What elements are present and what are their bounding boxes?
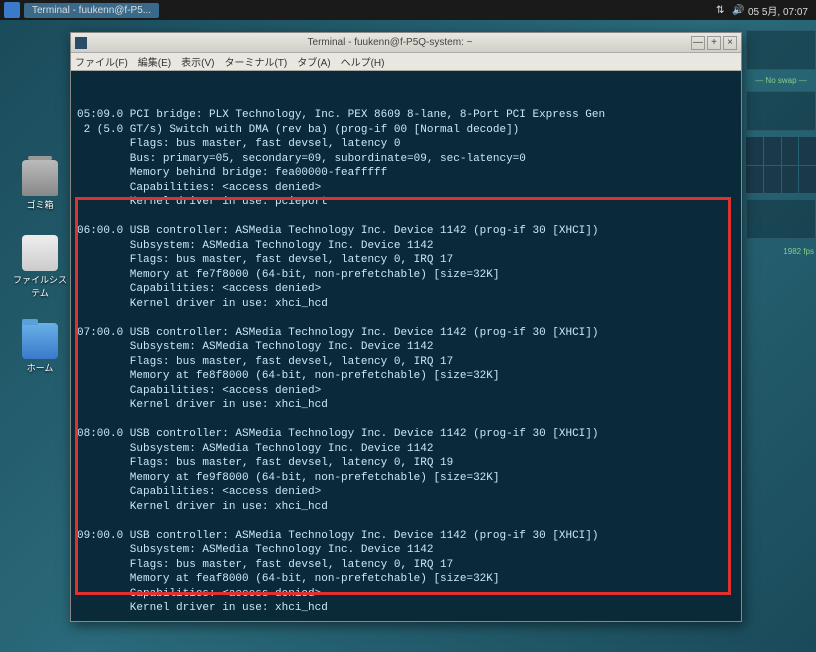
taskbar-app-button[interactable]: Terminal - fuukenn@f-P5... — [24, 3, 159, 18]
terminal-line: 06:00.0 USB controller: ASMedia Technolo… — [77, 224, 735, 239]
clock[interactable]: 05 5月, 07:07 — [748, 3, 808, 18]
terminal-line: Memory at fe8f8000 (64-bit, non-prefetch… — [77, 369, 735, 384]
terminal-line — [77, 514, 735, 529]
terminal-line — [77, 311, 735, 326]
terminal-line: Memory at fe7f8000 (64-bit, non-prefetch… — [77, 268, 735, 283]
terminal-line: Capabilities: <access denied> — [77, 181, 735, 196]
panel-app-icon[interactable] — [4, 2, 20, 18]
system-monitor: — No swap — 1982 fps — [746, 30, 816, 258]
terminal-line: Memory at fe9f8000 (64-bit, non-prefetch… — [77, 471, 735, 486]
disk-glyph-icon — [22, 235, 58, 271]
window-icon — [75, 37, 87, 49]
terminal-line: Flags: bus master, fast devsel, latency … — [77, 253, 735, 268]
terminal-line: Subsystem: ASMedia Technology Inc. Devic… — [77, 543, 735, 558]
maximize-button[interactable]: + — [707, 36, 721, 50]
terminal-window: Terminal - fuukenn@f-P5Q-system: ~ — + ×… — [70, 32, 742, 622]
terminal-line: 07:00.0 USB controller: ASMedia Technolo… — [77, 326, 735, 341]
terminal-line: Flags: bus master, fast devsel, latency … — [77, 558, 735, 573]
menu-file[interactable]: ファイル(F) — [75, 54, 128, 69]
terminal-line: Memory at feaf8000 (64-bit, non-prefetch… — [77, 572, 735, 587]
menu-view[interactable]: 表示(V) — [181, 54, 214, 69]
window-title: Terminal - fuukenn@f-P5Q-system: ~ — [91, 37, 689, 48]
sysmon-fps: 1982 fps — [746, 245, 816, 258]
sysmon-graph-3 — [746, 199, 816, 239]
terminal-line: Capabilities: <access denied> — [77, 485, 735, 500]
system-tray: ⇅ 🔊 05 5月, 07:07 — [716, 3, 816, 18]
menubar: ファイル(F) 編集(E) 表示(V) ターミナル(T) タブ(A) ヘルプ(H… — [71, 53, 741, 71]
menu-tabs[interactable]: タブ(A) — [297, 54, 330, 69]
terminal-line — [77, 413, 735, 428]
network-icon[interactable]: ⇅ — [716, 5, 726, 15]
terminal-line: Subsystem: ASMedia Technology Inc. Devic… — [77, 442, 735, 457]
trash-label: ゴミ箱 — [26, 198, 53, 211]
top-panel: Terminal - fuukenn@f-P5... ⇅ 🔊 05 5月, 07… — [0, 0, 816, 20]
home-label: ホーム — [27, 361, 54, 374]
home-folder-icon[interactable]: ホーム — [12, 323, 68, 374]
menu-terminal[interactable]: ターミナル(T) — [224, 54, 287, 69]
terminal-line: 2 (5.0 GT/s) Switch with DMA (rev ba) (p… — [77, 123, 735, 138]
terminal-line: Capabilities: <access denied> — [77, 282, 735, 297]
sysmon-graph-2 — [746, 91, 816, 131]
terminal-line: Kernel driver in use: xhci_hcd — [77, 398, 735, 413]
titlebar[interactable]: Terminal - fuukenn@f-P5Q-system: ~ — + × — [71, 33, 741, 53]
terminal-line: Kernel driver in use: xhci_hcd — [77, 601, 735, 616]
terminal-line: 08:00.0 USB controller: ASMedia Technolo… — [77, 427, 735, 442]
terminal-line: Flags: bus master, fast devsel, latency … — [77, 355, 735, 370]
menu-help[interactable]: ヘルプ(H) — [341, 54, 385, 69]
terminal-line — [77, 616, 735, 622]
terminal-line: Flags: bus master, fast devsel, latency … — [77, 456, 735, 471]
filesystem-label: ファイルシステム — [12, 273, 68, 299]
desktop-icons: ゴミ箱 ファイルシステム ホーム — [12, 160, 68, 374]
folder-glyph-icon — [22, 323, 58, 359]
trash-icon[interactable]: ゴミ箱 — [12, 160, 68, 211]
terminal-line: Kernel driver in use: xhci_hcd — [77, 500, 735, 515]
minimize-button[interactable]: — — [691, 36, 705, 50]
terminal-line: Kernel driver in use: xhci_hcd — [77, 297, 735, 312]
terminal-line: Bus: primary=05, secondary=09, subordina… — [77, 152, 735, 167]
terminal-output[interactable]: 05:09.0 PCI bridge: PLX Technology, Inc.… — [71, 71, 741, 621]
terminal-line: Subsystem: ASMedia Technology Inc. Devic… — [77, 340, 735, 355]
terminal-line: Capabilities: <access denied> — [77, 384, 735, 399]
terminal-line: 05:09.0 PCI bridge: PLX Technology, Inc.… — [77, 108, 735, 123]
terminal-line: Subsystem: ASMedia Technology Inc. Devic… — [77, 239, 735, 254]
terminal-line — [77, 210, 735, 225]
trash-glyph-icon — [22, 160, 58, 196]
close-button[interactable]: × — [723, 36, 737, 50]
sysmon-cpu-grid — [746, 137, 816, 193]
terminal-line: Flags: bus master, fast devsel, latency … — [77, 137, 735, 152]
volume-icon[interactable]: 🔊 — [732, 5, 742, 15]
filesystem-icon[interactable]: ファイルシステム — [12, 235, 68, 299]
terminal-line: 09:00.0 USB controller: ASMedia Technolo… — [77, 529, 735, 544]
terminal-line: Capabilities: <access denied> — [77, 587, 735, 602]
menu-edit[interactable]: 編集(E) — [138, 54, 171, 69]
terminal-line: Kernel driver in use: pcieport — [77, 195, 735, 210]
sysmon-graph-1 — [746, 30, 816, 70]
terminal-line: Memory behind bridge: fea00000-feafffff — [77, 166, 735, 181]
swap-label: — No swap — — [746, 76, 816, 85]
